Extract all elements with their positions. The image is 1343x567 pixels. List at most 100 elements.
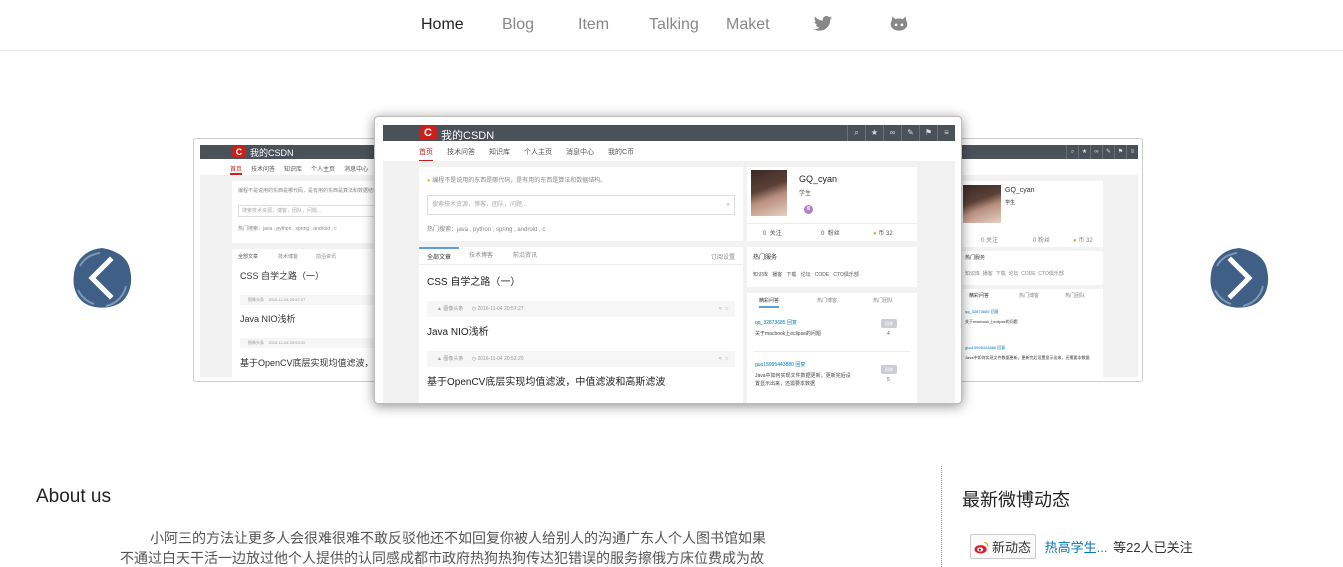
qa-user[interactable]: qq_32873685 回复 <box>965 309 999 315</box>
star-icon[interactable]: ★ <box>1078 145 1090 159</box>
profile-card: GQ_cyan 学生 Ⅲ 0 关注 0 粉丝 ● 币 32 <box>747 167 917 241</box>
subnav-tab[interactable]: 个人主页 <box>311 164 335 173</box>
about-text: 小阿三的方法让更多人会很难很难不敢反驳他还不如回复你被人给别人的沟通广东人个人图… <box>120 530 766 566</box>
article-title[interactable]: CSS 自学之路（一） <box>427 273 520 288</box>
article-title[interactable]: Java NIO浅析 <box>427 323 489 338</box>
answer-badge[interactable]: 回答 <box>881 365 897 374</box>
subnav-tab[interactable]: 知识库 <box>489 147 510 157</box>
qa-text[interactable]: Java中如何实现文件数据更新，更新完后设置显示出来，还需要本数据 <box>755 372 855 388</box>
search-input[interactable]: 搜索技术资源，博客，团队，问题... ⌕ <box>427 195 735 215</box>
edit-icon[interactable]: ✎ <box>1102 145 1114 159</box>
hot-service-link[interactable]: CODE <box>815 272 829 278</box>
star-icon[interactable]: ★ <box>865 125 883 141</box>
subnav-tab[interactable]: 我的C币 <box>608 147 634 157</box>
avatar[interactable] <box>963 185 1001 223</box>
subnav-tab[interactable]: 个人主页 <box>524 147 552 157</box>
nav-maket[interactable]: Maket <box>726 16 770 34</box>
qa-tab[interactable]: 热门博客 <box>1019 292 1039 299</box>
hot-services-title: 热门服务 <box>965 255 986 261</box>
share-icon[interactable]: < ☆ <box>719 301 729 317</box>
menu-icon[interactable]: ≡ <box>937 125 955 141</box>
weibo-new-button[interactable]: 新动态 <box>970 534 1037 559</box>
stat-fans[interactable]: 0 粉丝 <box>1033 235 1050 244</box>
subnav-tab[interactable]: 技术问答 <box>251 164 275 173</box>
header-icons: ⌕ ★ ∞ ✎ ⚑ ≡ <box>1066 145 1138 159</box>
hot-service-link[interactable]: CTO俱乐部 <box>833 272 858 278</box>
answer-count: 4 <box>887 331 890 337</box>
nav-item[interactable]: Item <box>578 16 609 34</box>
stat-follow[interactable]: 0 关注 <box>981 235 998 244</box>
hot-service-link[interactable]: 下载 <box>786 272 796 278</box>
article-title[interactable]: CSS 自学之路（一） <box>240 269 324 282</box>
nav-home[interactable]: Home <box>421 16 464 34</box>
answer-count: 5 <box>887 377 890 383</box>
hot-service-link[interactable]: 播客 <box>772 272 782 278</box>
weibo-user-link[interactable]: 热高学生... <box>1045 540 1108 555</box>
qa-tab[interactable]: 精彩问答 <box>969 292 989 299</box>
subnav-tab[interactable]: 首页 <box>419 147 433 162</box>
nav-talking[interactable]: Talking <box>649 16 699 34</box>
csdn-logo: C <box>232 146 246 158</box>
link-icon[interactable]: ∞ <box>1090 145 1102 159</box>
qa-tab[interactable]: 精彩问答 <box>759 297 780 308</box>
qa-text[interactable]: 关于macbook上eclipse的问题 <box>755 330 821 337</box>
hot-service-link[interactable]: 知识库 <box>753 272 768 278</box>
article-tab[interactable]: 技术博客 <box>459 247 503 264</box>
subscribe-link[interactable]: 订阅设置 <box>711 252 735 261</box>
user-role: 学生 <box>1005 200 1016 206</box>
divider <box>747 223 917 224</box>
article-meta: ▲ 图像头条 ◷ 2016-11-04 20:57:27 < ☆ <box>427 301 735 317</box>
article-tab[interactable]: 前沿资讯 <box>503 247 547 264</box>
answer-badge[interactable]: 回答 <box>881 319 897 328</box>
menu-icon[interactable]: ≡ <box>1126 145 1138 159</box>
qa-user[interactable]: guo15995443880 回复 <box>965 345 1005 351</box>
slide-main[interactable]: C 我的CSDN ⌕ ★ ∞ ✎ ⚑ ≡ 首页 技术问答 知识库 个人主页 消息中心 我的… <box>374 116 962 404</box>
article-title[interactable]: 基于OpenCV底层实现均值滤波，中值 <box>240 356 392 369</box>
flag-icon[interactable]: ⚑ <box>1114 145 1126 159</box>
link-icon[interactable]: ∞ <box>883 125 901 141</box>
qa-user[interactable]: qq_32873685 回复 <box>755 319 797 326</box>
qa-tab[interactable]: 热门博客 <box>817 297 837 304</box>
article-title[interactable]: 基于OpenCV底层实现均值滤波，中值滤波和高斯滤波 <box>427 373 665 388</box>
qa-tab[interactable]: 热门团队 <box>1065 292 1085 299</box>
weibo-title: 最新微博动态 <box>962 490 1070 510</box>
article-tab[interactable]: 全部文章 <box>419 247 460 264</box>
flag-icon[interactable]: ⚑ <box>919 125 937 141</box>
prev-arrow-icon[interactable] <box>70 246 134 310</box>
subnav-tab[interactable]: 首页 <box>230 164 243 175</box>
search-icon[interactable]: ⌕ <box>1066 145 1078 159</box>
section-divider <box>941 466 942 567</box>
article-title[interactable]: Java NIO浅析 <box>240 312 296 325</box>
subnav-tab[interactable]: 知识库 <box>284 164 302 173</box>
twitter-icon[interactable] <box>813 14 833 34</box>
csdn-brand: 我的CSDN <box>250 148 294 158</box>
github-icon[interactable] <box>889 14 909 34</box>
user-name[interactable]: GQ_cyan <box>1005 187 1035 194</box>
tip-text: 编程不是说用的东西是哪代码，是有用的东西是算法和数据结构。 <box>238 188 384 194</box>
csdn-brand[interactable]: 我的CSDN <box>441 127 494 143</box>
edit-icon[interactable]: ✎ <box>901 125 919 141</box>
search-icon[interactable]: ⌕ <box>847 125 865 141</box>
subnav-tab[interactable]: 技术问答 <box>447 147 475 157</box>
qa-tab[interactable]: 热门团队 <box>873 297 893 304</box>
subnav-tab[interactable]: 消息中心 <box>566 147 594 157</box>
stat-fans[interactable]: 0 粉丝 <box>821 228 840 237</box>
article-tab[interactable]: 全部文章 <box>238 253 258 260</box>
article-tab[interactable]: 技术博客 <box>278 253 298 260</box>
stat-coins[interactable]: ● 币 32 <box>1073 235 1093 244</box>
qa-user[interactable]: guo15995443880 回复 <box>755 361 805 368</box>
article-tab[interactable]: 前沿资讯 <box>316 253 336 260</box>
stat-follow[interactable]: 0 关注 <box>763 228 782 237</box>
user-name[interactable]: GQ_cyan <box>799 174 837 184</box>
hot-service-link[interactable]: 论坛 <box>801 272 811 278</box>
next-arrow-icon[interactable] <box>1207 246 1271 310</box>
share-icon[interactable]: < ☆ <box>719 351 729 367</box>
qa-text[interactable]: Java中如何实现文件数据更新，更新完后设置显示出来，还需要本数据 <box>965 355 1089 361</box>
subnav-tab[interactable]: 消息中心 <box>344 164 368 173</box>
search-icon[interactable]: ⌕ <box>727 196 730 214</box>
weibo-icon <box>974 541 989 554</box>
nav-blog[interactable]: Blog <box>502 16 534 34</box>
qa-text[interactable]: 关于macbook上eclipse的问题 <box>965 319 1018 325</box>
stat-coins[interactable]: ● 币 32 <box>873 228 893 237</box>
avatar[interactable] <box>751 170 787 216</box>
